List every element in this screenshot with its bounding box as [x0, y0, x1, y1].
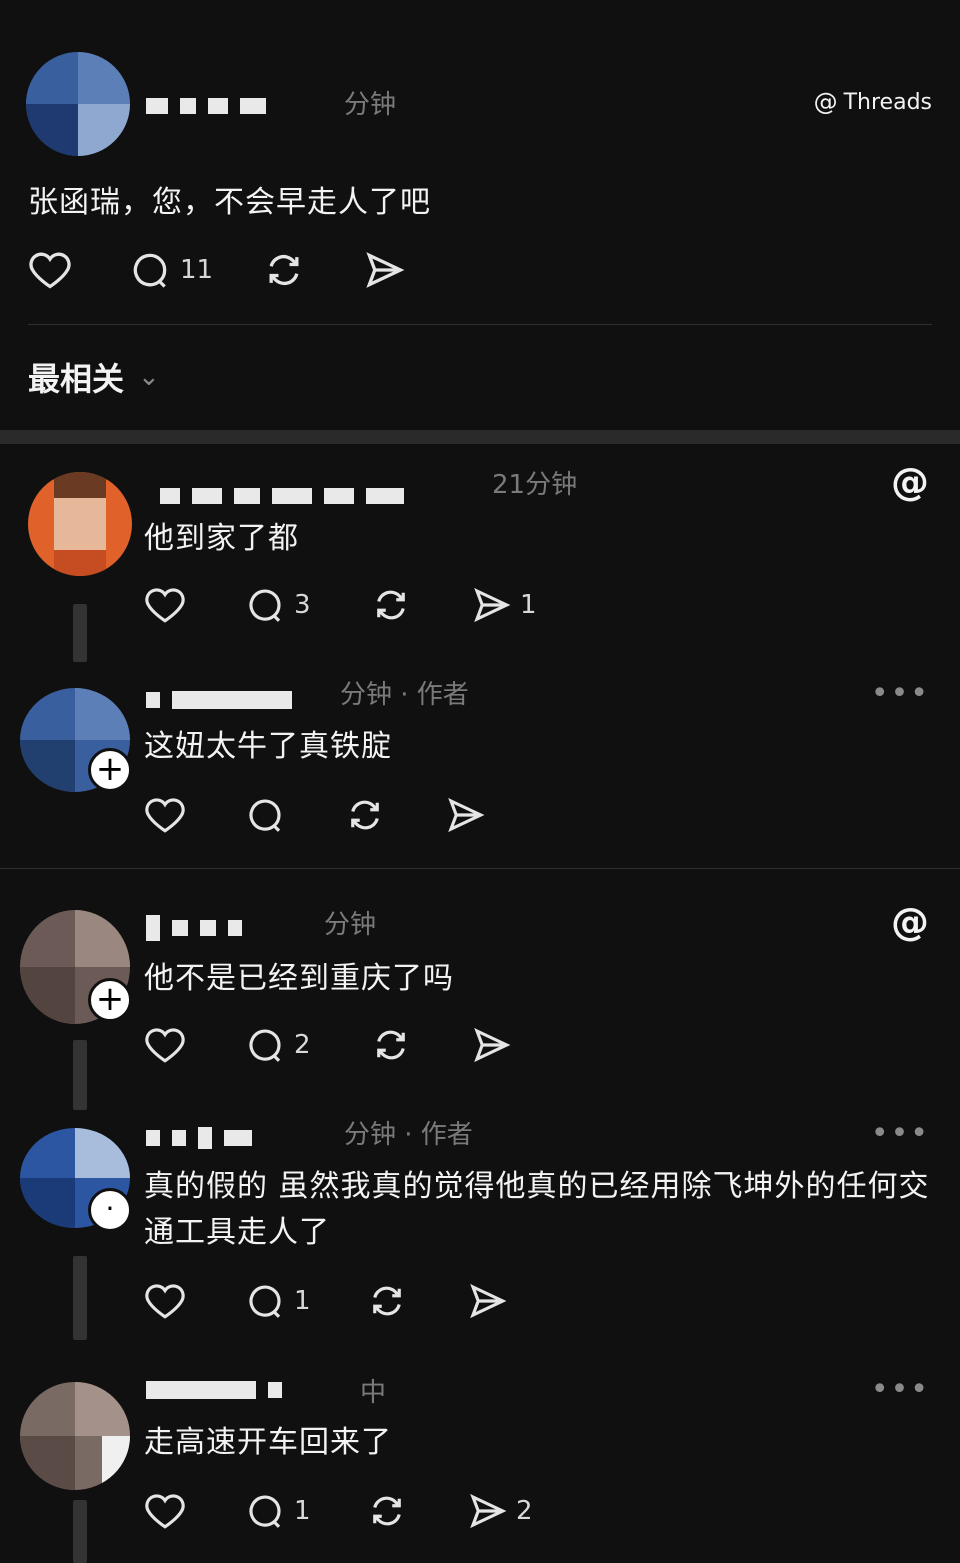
threads-brand: @ Threads [814, 88, 932, 116]
more-options-button[interactable]: ••• [871, 1116, 930, 1151]
share-button[interactable] [470, 1024, 512, 1066]
reply-count: 1 [294, 1286, 311, 1316]
author-avatar[interactable] [26, 52, 130, 156]
like-button[interactable] [144, 794, 186, 836]
post-time: 分钟 [344, 90, 397, 120]
follow-button[interactable]: + [88, 748, 132, 792]
comment-time: 分钟 · 作者 [340, 680, 469, 710]
comment-text: 走高速开车回来了 [144, 1425, 392, 1460]
comment-time: 分钟 · 作者 [344, 1120, 473, 1150]
commenter-name-redacted[interactable] [146, 690, 292, 710]
comment-time: 中 [360, 1378, 387, 1408]
repost-icon [269, 254, 299, 286]
more-options-button[interactable]: ••• [871, 1372, 930, 1407]
comment-time: 21分钟 [492, 470, 578, 500]
like-button[interactable] [144, 1280, 186, 1322]
share-button[interactable]: 1 [470, 584, 537, 626]
send-icon [448, 797, 485, 833]
repost-button[interactable] [366, 1280, 408, 1322]
send-icon [470, 1283, 507, 1319]
repost-button[interactable] [370, 1024, 412, 1066]
comment-text-line-1: 真的假的 虽然我真的觉得他真的已经用除飞坤外的任何交 [144, 1169, 930, 1204]
author-name-redacted[interactable] [146, 96, 266, 116]
comment-icon [249, 1285, 281, 1318]
post-text: 张函瑞，您，不会早走人了吧 [28, 185, 431, 220]
send-icon [470, 1493, 507, 1529]
repost-icon [377, 1030, 405, 1060]
comment-avatar[interactable] [20, 1382, 130, 1490]
thread-line [73, 1500, 87, 1563]
reply-button[interactable]: 3 [244, 584, 311, 626]
repost-icon [351, 800, 379, 830]
comment-icon [249, 1495, 281, 1528]
thread-divider [0, 868, 960, 869]
like-button[interactable] [28, 248, 72, 292]
comment-icon [249, 799, 281, 832]
share-count: 1 [520, 590, 537, 620]
repost-button[interactable] [370, 584, 412, 626]
share-button[interactable] [362, 248, 406, 292]
comment-text: 这妞太牛了真铁腚 [144, 729, 392, 764]
heart-icon [145, 1494, 185, 1529]
repost-button[interactable] [262, 248, 306, 292]
section-divider [0, 430, 960, 444]
reply-button[interactable]: 2 [244, 1024, 311, 1066]
commenter-name-redacted[interactable] [146, 915, 242, 941]
repost-icon [373, 1496, 401, 1526]
share-button[interactable]: 2 [466, 1490, 533, 1532]
comment-icon [249, 589, 281, 622]
comment-text-line-2: 通工具走人了 [144, 1215, 330, 1250]
heart-icon [145, 588, 185, 623]
sort-dropdown[interactable]: 最相关 ⌄ [28, 354, 160, 400]
commenter-name-redacted[interactable] [160, 486, 404, 506]
comment-icon [249, 1029, 281, 1062]
commenter-name-redacted[interactable] [146, 1127, 252, 1149]
reply-button[interactable]: 1 [244, 1280, 311, 1322]
threads-icon[interactable]: @ [890, 902, 930, 942]
threads-label: Threads [843, 89, 932, 115]
follow-button[interactable]: · [88, 1188, 132, 1232]
send-icon [474, 1027, 511, 1063]
commenter-name-redacted[interactable] [146, 1380, 282, 1400]
reply-count: 11 [180, 255, 214, 285]
threads-icon[interactable]: @ [890, 462, 930, 502]
comment-time: 分钟 [324, 910, 377, 940]
heart-icon [145, 1284, 185, 1319]
share-count: 2 [516, 1496, 533, 1526]
like-button[interactable] [144, 1490, 186, 1532]
send-icon [366, 252, 405, 288]
comment-icon [133, 253, 167, 288]
repost-button[interactable] [366, 1490, 408, 1532]
threads-icon: @ [813, 88, 838, 116]
repost-button[interactable] [344, 794, 386, 836]
reply-count: 3 [294, 590, 311, 620]
thread-line [73, 1040, 87, 1110]
share-button[interactable] [466, 1280, 508, 1322]
comment-text: 他到家了都 [144, 521, 299, 556]
reply-button[interactable]: 11 [128, 248, 213, 292]
like-button[interactable] [144, 1024, 186, 1066]
repost-icon [373, 1286, 401, 1316]
comment-avatar[interactable] [28, 472, 132, 576]
like-button[interactable] [144, 584, 186, 626]
repost-icon [377, 590, 405, 620]
reply-count: 1 [294, 1496, 311, 1526]
more-options-button[interactable]: ••• [871, 676, 930, 711]
thread-line [73, 604, 87, 662]
chevron-down-icon: ⌄ [138, 362, 160, 392]
reply-button[interactable]: 1 [244, 1490, 311, 1532]
reply-button[interactable] [244, 794, 286, 836]
comment-text: 他不是已经到重庆了吗 [144, 961, 454, 996]
heart-icon [145, 1028, 185, 1063]
heart-icon [145, 798, 185, 833]
send-icon [474, 587, 511, 623]
share-button[interactable] [444, 794, 486, 836]
post-divider [28, 324, 932, 325]
heart-icon [29, 252, 71, 289]
sort-label: 最相关 [28, 360, 125, 398]
thread-line [73, 1256, 87, 1340]
reply-count: 2 [294, 1030, 311, 1060]
follow-button[interactable]: + [88, 978, 132, 1022]
